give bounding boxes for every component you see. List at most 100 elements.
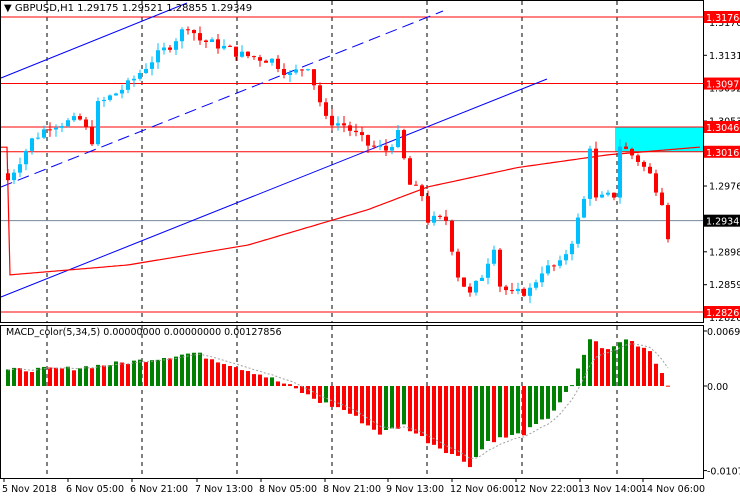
candle <box>564 249 568 265</box>
candle-body <box>108 95 112 100</box>
candle-body <box>60 126 64 128</box>
candle-body <box>312 69 316 86</box>
macd-bar <box>564 386 568 392</box>
candle-body <box>366 135 370 146</box>
macd-bar <box>234 367 238 386</box>
macd-bar <box>204 358 208 386</box>
macd-bar <box>504 386 508 438</box>
candle <box>174 38 178 56</box>
candle <box>546 260 550 276</box>
candle-body <box>66 120 70 127</box>
level-price-tag: 1.30460 <box>706 123 740 134</box>
macd-bar <box>384 386 388 431</box>
price-tick-label: 1.31310 <box>709 51 740 62</box>
candle-body <box>600 194 604 198</box>
macd-bar <box>330 386 334 407</box>
macd-bar <box>324 386 328 403</box>
macd-bar <box>48 367 52 386</box>
candle <box>666 202 670 243</box>
candle <box>582 195 586 219</box>
macd-bar <box>36 367 40 386</box>
trendline-lower <box>0 78 548 298</box>
candle-body <box>450 220 454 252</box>
macd-bar <box>126 364 130 386</box>
candle-body <box>498 249 502 287</box>
candle-body <box>510 290 514 292</box>
candle-body <box>138 72 142 79</box>
candle-body <box>552 265 556 267</box>
macd-bar <box>210 359 214 386</box>
macd-bar <box>216 362 220 386</box>
macd-bar <box>192 352 196 386</box>
candle-body <box>180 29 184 42</box>
candle <box>276 55 280 73</box>
candle-body <box>642 161 646 167</box>
time-axis-label: 5 Nov 2018 <box>2 484 57 495</box>
candle <box>348 121 352 137</box>
candle <box>660 187 664 206</box>
candle-body <box>156 50 160 63</box>
macd-bar <box>630 341 634 386</box>
candle-body <box>234 46 238 57</box>
time-axis-label: 8 Nov 21:00 <box>323 484 382 495</box>
macd-bar <box>378 386 382 435</box>
candle <box>264 59 268 63</box>
candle <box>42 125 46 139</box>
macd-bar <box>168 358 172 386</box>
candle-body <box>42 129 46 138</box>
level-price-tag: 1.30166 <box>706 148 740 159</box>
macd-bar <box>480 386 484 450</box>
macd-bar <box>348 386 352 414</box>
macd-bar <box>408 386 412 432</box>
candle-body <box>582 198 586 218</box>
candle-body <box>348 125 352 131</box>
candle <box>588 145 592 206</box>
macd-bar <box>546 386 550 419</box>
macd-bar <box>102 365 106 386</box>
candle <box>612 192 616 201</box>
macd-bar <box>282 383 286 386</box>
candle-body <box>342 123 346 126</box>
candle-body <box>90 127 94 145</box>
candle-body <box>324 102 328 116</box>
candle-body <box>618 146 622 198</box>
chart-title: ▼ GBPUSD,H1 1.29175 1.29521 1.28855 1.29… <box>4 3 252 14</box>
candle <box>66 118 70 128</box>
macd-title: MACD_color(5,34,5) 0.00000000 0.00000000… <box>6 327 282 338</box>
candle <box>294 64 298 75</box>
candle-body <box>390 147 394 151</box>
macd-bar <box>390 386 394 429</box>
candle <box>576 213 580 248</box>
candle <box>168 45 172 53</box>
candle <box>246 51 250 59</box>
macd-bar <box>432 386 436 445</box>
candle <box>156 43 160 69</box>
candle <box>228 44 232 47</box>
chart-canvas[interactable]: 1.317001.313101.309201.305301.301401.297… <box>0 0 740 500</box>
candle <box>192 29 196 41</box>
dropdown-triangle-icon[interactable]: ▼ <box>4 3 12 14</box>
candle <box>186 26 190 35</box>
candle <box>474 280 478 296</box>
level-price-tag: 1.30975 <box>706 80 740 91</box>
macd-bar <box>462 386 466 462</box>
open-value: 1.29175 <box>77 3 119 14</box>
candle <box>144 63 148 74</box>
time-axis-label: 7 Nov 13:00 <box>195 484 254 495</box>
candle <box>384 139 388 157</box>
candle-body <box>456 251 460 278</box>
candle <box>126 77 130 94</box>
macd-bar <box>78 368 82 386</box>
macd-bar <box>6 369 10 386</box>
candle-body <box>408 158 412 185</box>
candle <box>312 68 316 90</box>
macd-bar <box>54 367 58 386</box>
trendline-dashed <box>0 10 444 188</box>
macd-bar <box>534 386 538 425</box>
candle-body <box>198 33 202 41</box>
macd-bar <box>540 386 544 420</box>
candle <box>450 219 454 256</box>
candle <box>534 279 538 291</box>
macd-bar <box>336 386 340 408</box>
candle-body <box>462 277 466 287</box>
